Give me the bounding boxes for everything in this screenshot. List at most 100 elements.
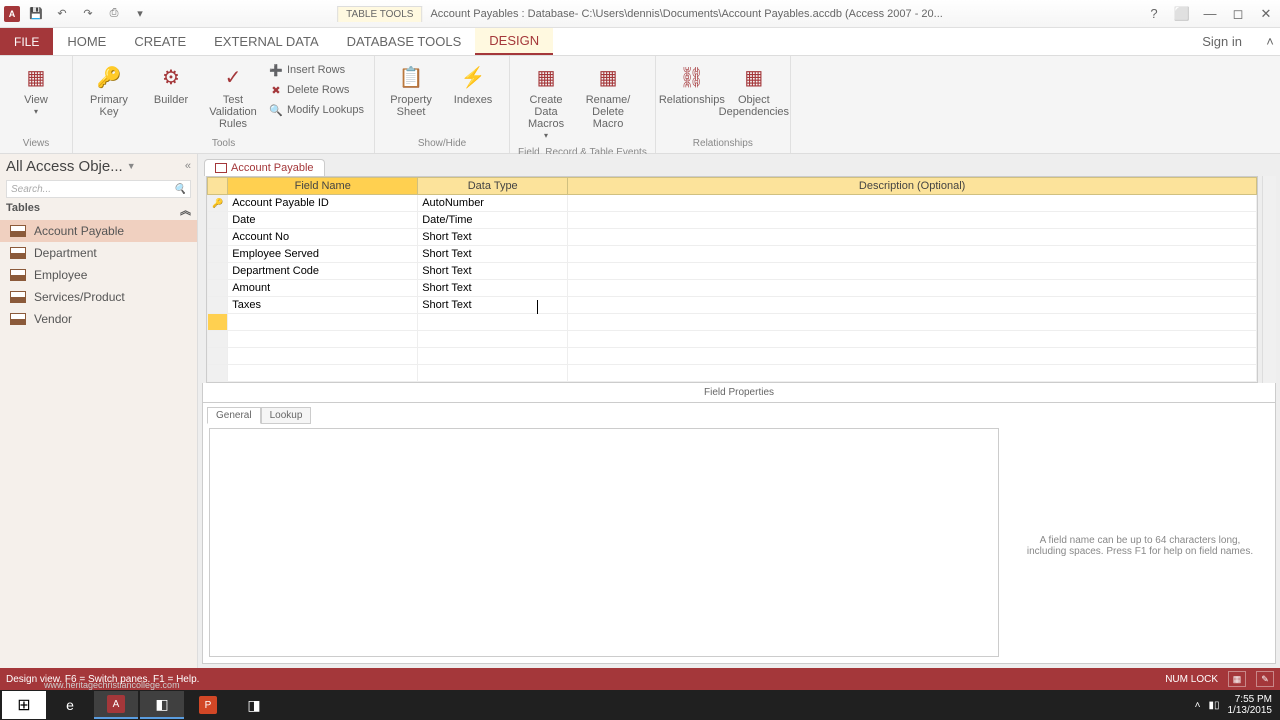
indexes-button[interactable]: ⚡Indexes (445, 60, 501, 110)
ribbon-display-icon[interactable]: ⬜ (1168, 0, 1196, 28)
taskbar-ie-icon[interactable]: e (48, 691, 92, 719)
property-help-text: A field name can be up to 64 characters … (1005, 428, 1275, 663)
restore-icon[interactable]: ◻ (1224, 0, 1252, 28)
tab-file[interactable]: FILE (0, 28, 53, 55)
ribbon-tabs: FILE HOME CREATE EXTERNAL DATA DATABASE … (0, 28, 1280, 56)
table-icon (10, 313, 26, 325)
rename-icon: ▦ (594, 64, 622, 92)
table-icon (10, 291, 26, 303)
builder-icon: ⚙ (157, 64, 185, 92)
fp-tab-lookup[interactable]: Lookup (261, 407, 312, 424)
close-icon[interactable]: ✕ (1252, 0, 1280, 28)
fp-tab-general[interactable]: General (207, 407, 261, 424)
field-grid[interactable]: Field Name Data Type Description (Option… (206, 176, 1258, 383)
title-bar: A 💾 ↶ ↷ ⎙ ▾ TABLE TOOLS Account Payables… (0, 0, 1280, 28)
table-icon (10, 247, 26, 259)
chevron-down-icon: ▼ (127, 161, 136, 171)
field-row[interactable] (208, 314, 1257, 331)
start-button[interactable]: ⊞ (2, 691, 46, 719)
nav-item-vendor[interactable]: Vendor (0, 308, 197, 330)
insert-rows-button[interactable]: ➕Insert Rows (267, 60, 366, 80)
datasheet-view-icon[interactable]: ▦ (1228, 671, 1246, 687)
lookup-icon: 🔍 (269, 103, 283, 117)
tab-create[interactable]: CREATE (120, 28, 200, 55)
taskbar-powerpoint-icon[interactable]: P (186, 691, 230, 719)
doc-tab-account-payable[interactable]: Account Payable (204, 159, 325, 176)
builder-button[interactable]: ⚙Builder (143, 60, 199, 110)
field-row[interactable]: DateDate/Time (208, 212, 1257, 229)
access-icon: A (4, 6, 20, 22)
design-view-icon[interactable]: ✎ (1256, 671, 1274, 687)
search-icon: 🔍 (174, 184, 186, 195)
delete-rows-button[interactable]: ✖Delete Rows (267, 80, 366, 100)
field-row[interactable]: AmountShort Text (208, 280, 1257, 297)
taskbar-app-icon[interactable]: ◧ (140, 691, 184, 719)
field-properties-pane: General Lookup A field name can be up to… (202, 403, 1276, 664)
context-tab-label: TABLE TOOLS (337, 6, 422, 22)
macro-icon: ▦ (532, 64, 560, 92)
tab-external-data[interactable]: EXTERNAL DATA (200, 28, 333, 55)
field-row[interactable] (208, 331, 1257, 348)
nav-item-department[interactable]: Department (0, 242, 197, 264)
property-sheet-button[interactable]: 📋Property Sheet (383, 60, 439, 122)
primary-key-button[interactable]: 🔑Primary Key (81, 60, 137, 122)
property-icon: 📋 (397, 64, 425, 92)
qat-customize-icon[interactable]: ▾ (130, 4, 150, 24)
minimize-icon[interactable]: — (1196, 0, 1224, 28)
dependencies-icon: ▦ (740, 64, 768, 92)
vertical-scrollbar[interactable] (1262, 176, 1276, 383)
field-row[interactable]: Account NoShort Text (208, 229, 1257, 246)
help-icon[interactable]: ? (1140, 0, 1168, 28)
property-grid[interactable] (209, 428, 999, 657)
taskbar-app2-icon[interactable]: ◨ (232, 691, 276, 719)
rename-delete-macro-button[interactable]: ▦Rename/ Delete Macro (580, 60, 636, 134)
nav-item-services-product[interactable]: Services/Product (0, 286, 197, 308)
sign-in-link[interactable]: Sign in (1184, 28, 1260, 55)
window-title: Account Payables : Database- C:\Users\de… (430, 8, 942, 20)
col-data-type[interactable]: Data Type (418, 178, 568, 195)
text-cursor (537, 300, 538, 314)
qat-undo-icon[interactable]: ↶ (52, 4, 72, 24)
col-field-name[interactable]: Field Name (228, 178, 418, 195)
object-dependencies-button[interactable]: ▦Object Dependencies (726, 60, 782, 122)
qat-save-icon[interactable]: 💾 (26, 4, 46, 24)
collapse-pane-icon[interactable]: « (185, 160, 191, 172)
nav-item-employee[interactable]: Employee (0, 264, 197, 286)
delete-row-icon: ✖ (269, 83, 283, 97)
qat-print-icon[interactable]: ⎙ (104, 4, 124, 24)
indexes-icon: ⚡ (459, 64, 487, 92)
create-data-macros-button[interactable]: ▦Create Data Macros▾ (518, 60, 574, 145)
primary-key-icon: 🔑 (212, 198, 223, 208)
view-button[interactable]: ▦View▾ (8, 60, 64, 121)
insert-row-icon: ➕ (269, 63, 283, 77)
grid-icon: ▦ (22, 64, 50, 92)
field-row[interactable] (208, 348, 1257, 365)
field-row[interactable]: Employee ServedShort Text (208, 246, 1257, 263)
nav-header[interactable]: All Access Obje... ▼ « (0, 154, 197, 178)
tab-home[interactable]: HOME (53, 28, 120, 55)
test-validation-button[interactable]: ✓Test Validation Rules (205, 60, 261, 134)
field-row[interactable]: TaxesShort Text (208, 297, 1257, 314)
nav-group-tables[interactable]: Tables︽ (0, 200, 197, 220)
field-row[interactable]: Department CodeShort Text (208, 263, 1257, 280)
modify-lookups-button[interactable]: 🔍Modify Lookups (267, 100, 366, 120)
tray-clock[interactable]: 7:55 PM 1/13/2015 (1228, 694, 1273, 716)
tab-design[interactable]: DESIGN (475, 28, 553, 55)
taskbar-access-icon[interactable]: A (94, 691, 138, 719)
field-properties-label: Field Properties (202, 383, 1276, 403)
collapse-ribbon-icon[interactable]: ˄ (1260, 28, 1280, 55)
windows-taskbar: ⊞ e A ◧ P ◨ ˄ ▮▯ 7:55 PM 1/13/2015 (0, 690, 1280, 720)
tab-database-tools[interactable]: DATABASE TOOLS (333, 28, 476, 55)
nav-search-input[interactable]: Search...🔍 (6, 180, 191, 198)
design-view: Account Payable Field Name Data Type Des… (198, 154, 1280, 668)
field-row[interactable] (208, 365, 1257, 382)
nav-item-account-payable[interactable]: Account Payable (0, 220, 197, 242)
collapse-group-icon: ︽ (180, 202, 191, 218)
relationships-button[interactable]: ⛓Relationships (664, 60, 720, 110)
table-icon (10, 269, 26, 281)
qat-redo-icon[interactable]: ↷ (78, 4, 98, 24)
field-row[interactable]: 🔑Account Payable IDAutoNumber (208, 195, 1257, 212)
tray-battery-icon[interactable]: ▮▯ (1208, 700, 1219, 711)
col-description[interactable]: Description (Optional) (568, 178, 1257, 195)
tray-chevron-icon[interactable]: ˄ (1195, 700, 1201, 711)
